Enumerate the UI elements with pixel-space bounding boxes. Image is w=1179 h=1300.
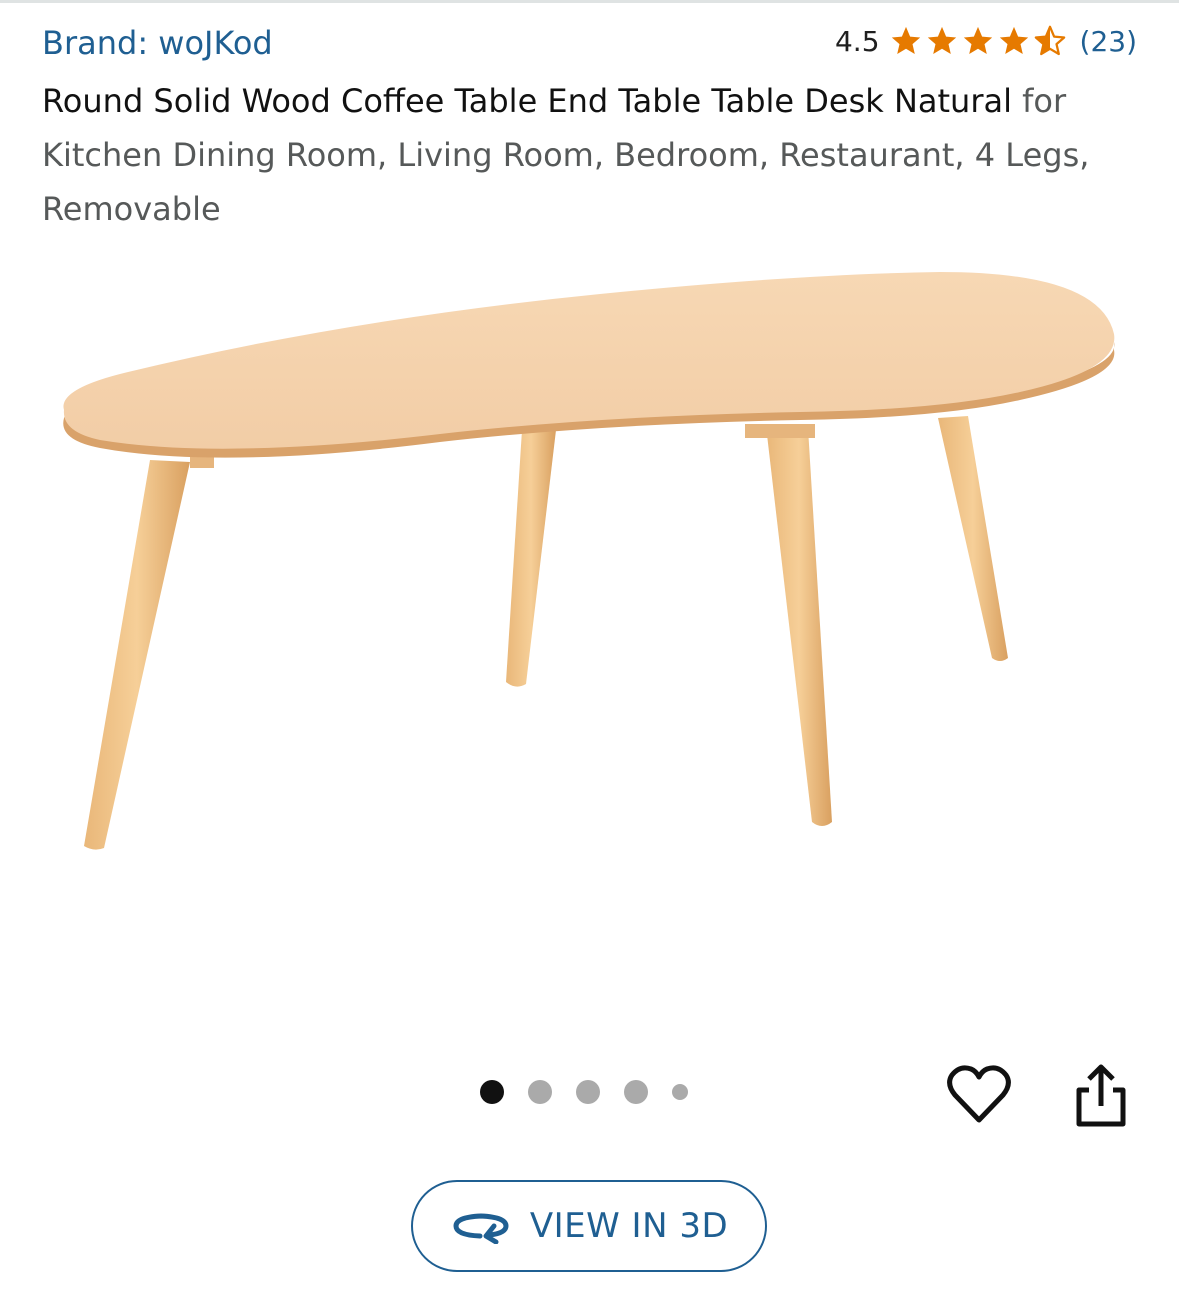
star-full-icon — [963, 26, 992, 55]
carousel-dot[interactable] — [480, 1080, 504, 1104]
rating-summary[interactable]: 4.5 (23) — [835, 18, 1137, 64]
review-count-link[interactable]: (23) — [1080, 25, 1137, 58]
carousel-dot[interactable] — [528, 1080, 552, 1104]
wishlist-button[interactable] — [946, 1064, 1012, 1126]
table-leg — [766, 426, 832, 826]
table-leg — [84, 460, 190, 850]
carousel-dot[interactable] — [576, 1080, 600, 1104]
view-in-3d-label: VIEW IN 3D — [529, 1206, 729, 1246]
carousel-dot[interactable] — [624, 1080, 648, 1104]
heart-icon — [947, 1065, 1011, 1123]
product-title-main: Round Solid Wood Coffee Table End Table … — [42, 82, 1012, 120]
star-rating — [888, 24, 1068, 58]
share-icon — [1076, 1064, 1126, 1127]
product-image[interactable] — [40, 250, 1140, 870]
share-button[interactable] — [1074, 1062, 1128, 1128]
product-title: Round Solid Wood Coffee Table End Table … — [42, 74, 1142, 236]
table-leg — [938, 416, 1008, 661]
rotate-3d-icon — [453, 1213, 509, 1244]
star-full-icon — [927, 26, 956, 55]
table-leg — [506, 430, 556, 687]
top-divider — [0, 0, 1179, 3]
image-carousel-dots — [480, 1080, 688, 1104]
carousel-dot[interactable] — [672, 1084, 688, 1100]
rating-value: 4.5 — [834, 24, 880, 58]
star-half-icon — [1034, 25, 1065, 56]
star-full-icon — [999, 26, 1028, 55]
star-full-icon — [891, 26, 920, 55]
view-in-3d-button[interactable]: VIEW IN 3D — [411, 1180, 767, 1272]
brand-link[interactable]: Brand: woJKod — [42, 20, 273, 66]
